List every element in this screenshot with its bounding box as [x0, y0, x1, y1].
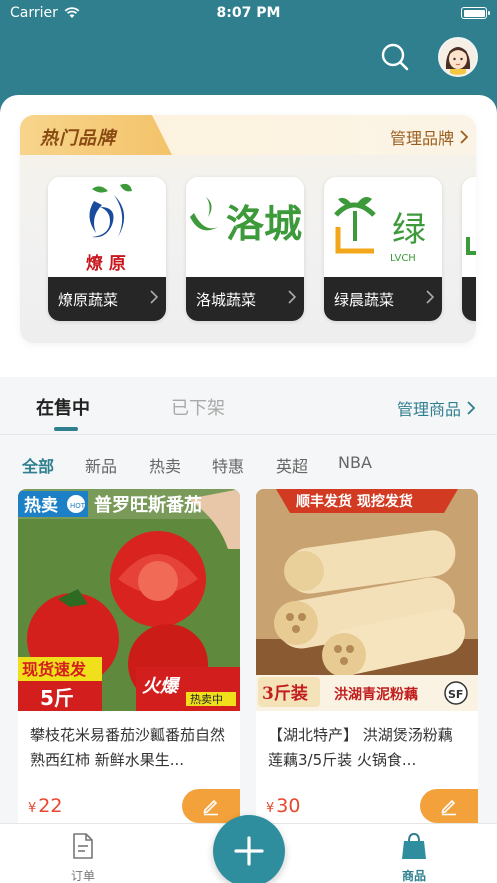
status-bar: Carrier 8:07 PM — [0, 0, 497, 28]
hot-brands-header: 热门品牌 管理品牌 — [20, 115, 476, 155]
category-premier-league[interactable]: 英超 — [276, 453, 308, 477]
brand-card-liaoyuan[interactable]: 燎 原 燎原蔬菜 — [48, 177, 166, 321]
hot-brands-panel: 热门品牌 管理品牌 燎 原 燎原蔬菜 洛城 洛城蔬菜 绿 LVCH 绿晨蔬菜 — [20, 115, 476, 343]
manage-goods-link[interactable]: 管理商品 — [397, 396, 475, 420]
currency-symbol: ¥ — [28, 801, 37, 816]
product-image-tomato: 热卖 HOT 普罗旺斯番茄 现货速发 5斤 火爆 热卖中 — [18, 489, 240, 711]
chevron-right-icon — [150, 290, 158, 304]
currency-symbol: ¥ — [266, 801, 275, 816]
svg-text:HOT: HOT — [70, 502, 86, 510]
brand-logo-liaoyuan: 燎 原 — [48, 177, 166, 277]
svg-text:SF: SF — [448, 688, 463, 701]
search-icon — [381, 43, 409, 71]
svg-text:3斤装: 3斤装 — [262, 683, 308, 704]
battery-icon — [461, 7, 490, 19]
goods-tabs: 在售中 已下架 管理商品 — [0, 377, 497, 435]
brand-logo-lvchen: 绿 LVCH — [324, 177, 442, 277]
edit-icon — [203, 799, 218, 816]
svg-text:洛城: 洛城 — [226, 202, 302, 246]
manage-brands-label: 管理品牌 — [389, 129, 454, 148]
brand-card-lvchen[interactable]: 绿 LVCH 绿晨蔬菜 — [324, 177, 442, 321]
brand-label-luocheng: 洛城蔬菜 — [186, 277, 304, 321]
chevron-right-icon — [288, 290, 296, 304]
brand-card-luocheng[interactable]: 洛城 洛城蔬菜 — [186, 177, 304, 321]
brand-label-lvchen: 绿晨蔬菜 — [324, 277, 442, 321]
shopping-bag-icon — [402, 832, 426, 859]
product-card-tomato[interactable]: 热卖 HOT 普罗旺斯番茄 现货速发 5斤 火爆 热卖中 攀枝花米易番茄沙瓤番茄… — [18, 489, 240, 829]
category-nba[interactable]: NBA — [338, 453, 372, 472]
tab-off-shelf[interactable]: 已下架 — [171, 394, 225, 420]
category-hot[interactable]: 热卖 — [149, 453, 181, 477]
svg-text:燎 原: 燎 原 — [86, 253, 126, 274]
price-value: 22 — [38, 795, 63, 817]
chevron-right-icon — [460, 130, 468, 144]
product-image-lotus-root: 顺丰发货 现挖发货 3斤装 洪湖青泥粉藕 SF — [256, 489, 478, 711]
svg-text:热卖: 热卖 — [24, 495, 58, 516]
category-all[interactable]: 全部 — [22, 453, 54, 477]
chevron-right-icon — [467, 401, 475, 415]
category-new[interactable]: 新品 — [85, 453, 117, 477]
nav-orders-label: 订单 — [70, 869, 95, 883]
brand-card-partial[interactable] — [462, 177, 476, 321]
nav-goods-label: 商品 — [401, 869, 426, 883]
hot-brands-title: 热门品牌 — [20, 115, 172, 155]
avatar-illustration-icon — [440, 39, 476, 75]
svg-text:洪湖青泥粉藕: 洪湖青泥粉藕 — [334, 686, 418, 703]
svg-text:火爆: 火爆 — [142, 676, 181, 697]
status-time: 8:07 PM — [216, 5, 281, 21]
chevron-right-icon — [426, 290, 434, 304]
product-price: ¥22 — [28, 795, 62, 817]
plus-icon — [234, 836, 264, 866]
svg-text:普罗旺斯番茄: 普罗旺斯番茄 — [94, 494, 202, 516]
edit-product-button[interactable] — [420, 789, 478, 823]
brand-label-liaoyuan: 燎原蔬菜 — [48, 277, 166, 321]
brand-label-partial — [462, 277, 476, 321]
manage-goods-label: 管理商品 — [396, 400, 461, 419]
brand-name: 洛城蔬菜 — [196, 291, 257, 309]
product-price: ¥30 — [266, 795, 300, 817]
svg-text:现货速发: 现货速发 — [22, 660, 87, 679]
brand-name: 绿晨蔬菜 — [334, 291, 395, 309]
category-bar: 全部 新品 热卖 特惠 英超 NBA — [0, 445, 497, 481]
svg-text:5斤: 5斤 — [40, 686, 74, 710]
search-button[interactable] — [380, 42, 410, 72]
product-name: 【湖北特产】 洪湖煲汤粉藕 莲藕3/5斤装 火锅食... — [268, 726, 453, 769]
nav-orders[interactable]: 订单 — [53, 832, 113, 883]
svg-text:热卖中: 热卖中 — [190, 693, 223, 706]
add-product-button[interactable] — [213, 815, 285, 883]
document-icon — [73, 833, 93, 859]
brand-logo-partial — [462, 177, 476, 277]
brand-name: 燎原蔬菜 — [58, 291, 119, 309]
avatar[interactable] — [438, 37, 478, 77]
tab-on-sale[interactable]: 在售中 — [36, 394, 90, 431]
manage-brands-link[interactable]: 管理品牌 — [390, 125, 468, 149]
svg-text:绿: 绿 — [392, 210, 426, 250]
svg-text:LVCH: LVCH — [390, 253, 416, 264]
category-sale[interactable]: 特惠 — [212, 453, 244, 477]
product-card-lotus-root[interactable]: 顺丰发货 现挖发货 3斤装 洪湖青泥粉藕 SF 【湖北特产】 洪湖煲汤粉藕 莲藕… — [256, 489, 478, 829]
edit-icon — [441, 799, 456, 816]
product-name: 攀枝花米易番茄沙瓤番茄自然熟西红柿 新鲜水果生... — [30, 726, 226, 769]
edit-product-button[interactable] — [182, 789, 240, 823]
price-value: 30 — [276, 795, 301, 817]
svg-text:顺丰发货 现挖发货: 顺丰发货 现挖发货 — [296, 493, 413, 510]
nav-goods[interactable]: 商品 — [384, 832, 444, 883]
brand-logo-luocheng: 洛城 — [186, 177, 304, 277]
